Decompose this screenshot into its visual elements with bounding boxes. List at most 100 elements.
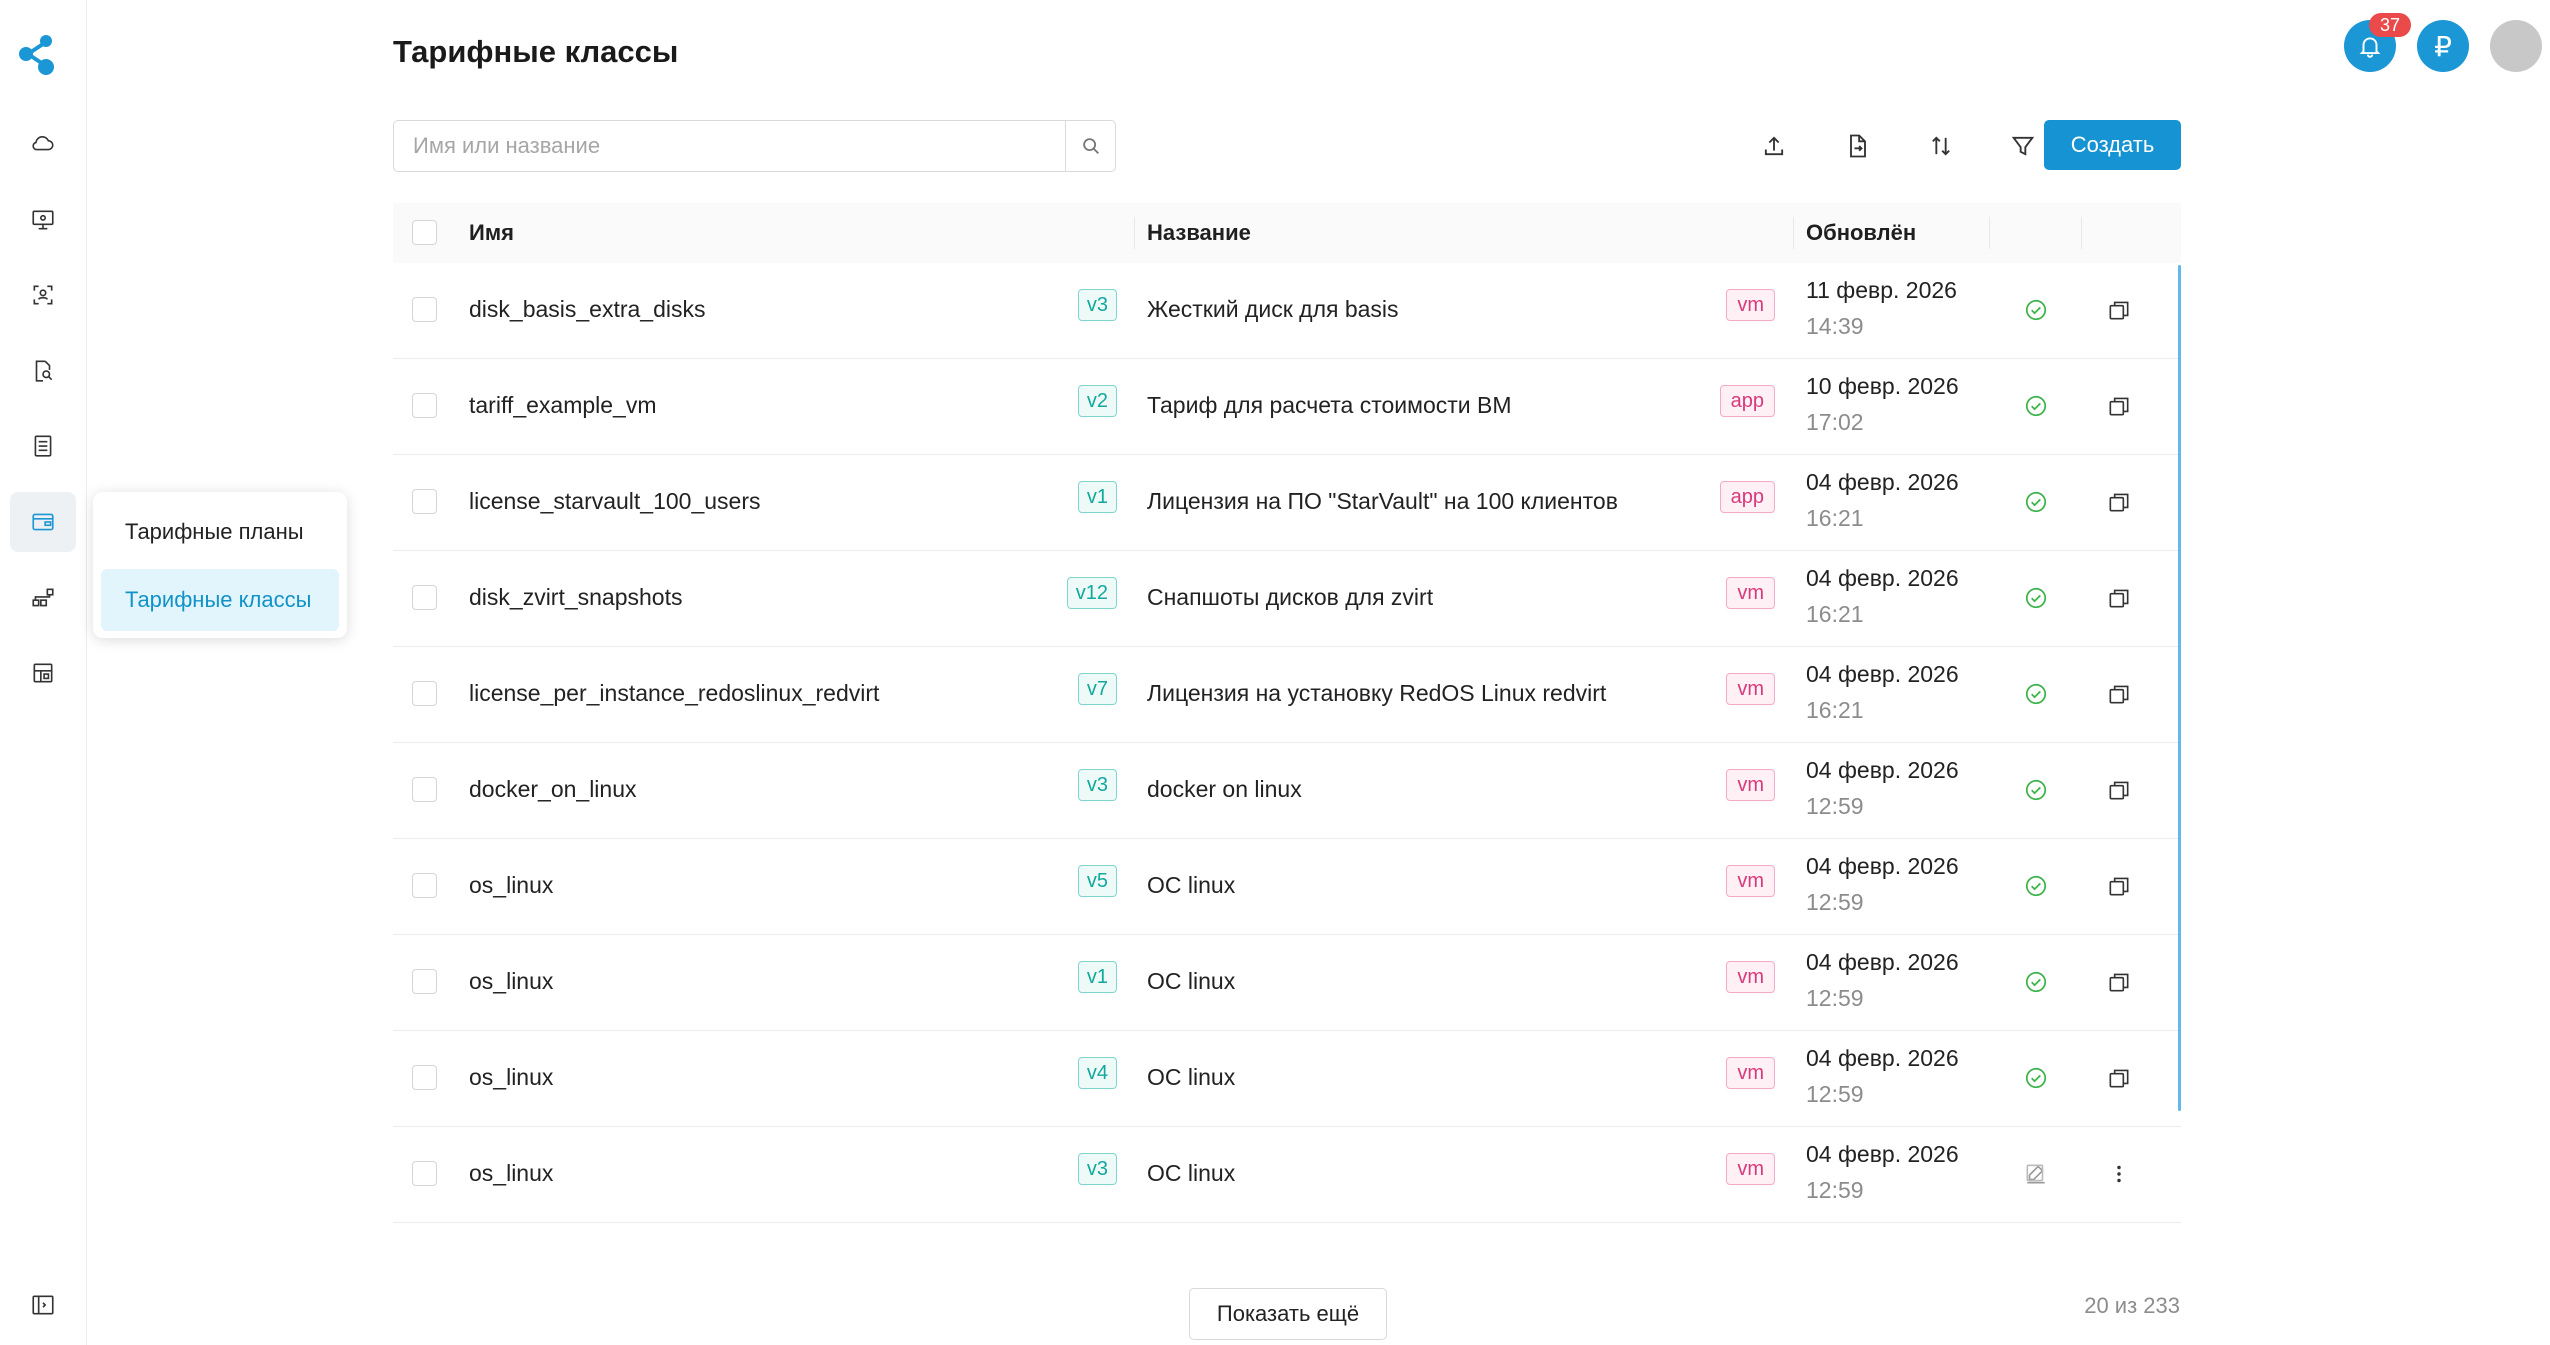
search-box bbox=[393, 120, 1116, 172]
table-row[interactable]: license_starvault_100_users v1 Лицензия на… bbox=[393, 455, 2181, 551]
row-updated-date: 04 февр. 2026 bbox=[1806, 853, 1959, 879]
more-vertical-icon[interactable] bbox=[2102, 1157, 2136, 1191]
row-checkbox[interactable] bbox=[412, 681, 437, 706]
row-updated-date: 04 февр. 2026 bbox=[1806, 565, 1959, 591]
version-tag: v1 bbox=[1077, 481, 1117, 513]
select-all-checkbox[interactable] bbox=[412, 220, 437, 245]
table-row[interactable]: tariff_example_vm v2 Тариф для расчета сто… bbox=[393, 359, 2181, 455]
nav-apps[interactable] bbox=[10, 643, 76, 703]
row-checkbox[interactable] bbox=[412, 585, 437, 610]
sort-button[interactable] bbox=[1915, 120, 1967, 172]
nav-monitor[interactable] bbox=[10, 190, 76, 250]
create-button[interactable]: Создать bbox=[2044, 120, 2181, 170]
ruble-icon: ₽ bbox=[2434, 30, 2452, 62]
row-name[interactable]: license_starvault_100_users bbox=[469, 488, 761, 515]
copy-icon[interactable] bbox=[2102, 773, 2136, 807]
row-updated-time: 12:59 bbox=[1806, 889, 1864, 915]
billing-button[interactable]: ₽ bbox=[2417, 20, 2469, 72]
nav-hierarchy[interactable] bbox=[10, 568, 76, 628]
table-row[interactable]: docker_on_linux v3 docker on linux vm 04 фев… bbox=[393, 743, 2181, 839]
row-title: Снапшоты дисков для zvirt bbox=[1147, 584, 1434, 610]
upload-button[interactable] bbox=[1748, 120, 1800, 172]
table-row[interactable]: os_linux v5 ОС linux vm 04 февр. 2026 12:59 bbox=[393, 839, 2181, 935]
flyout-item-tariff-classes[interactable]: Тарифные классы bbox=[101, 569, 339, 631]
row-title: Жесткий диск для basis bbox=[1147, 296, 1399, 322]
nav-list[interactable] bbox=[10, 416, 76, 476]
search-input[interactable] bbox=[394, 121, 1065, 171]
type-tag: vm bbox=[1726, 961, 1775, 993]
copy-icon[interactable] bbox=[2102, 293, 2136, 327]
row-checkbox[interactable] bbox=[412, 969, 437, 994]
table-row[interactable]: os_linux v3 ОС linux vm 04 февр. 2026 12:59 bbox=[393, 1127, 2181, 1223]
row-name[interactable]: tariff_example_vm bbox=[469, 392, 657, 419]
table-row[interactable]: disk_basis_extra_disks v3 Жесткий диск для… bbox=[393, 263, 2181, 359]
row-title: Тариф для расчета стоимости ВМ bbox=[1147, 392, 1512, 418]
copy-icon[interactable] bbox=[2102, 1061, 2136, 1095]
copy-icon[interactable] bbox=[2102, 869, 2136, 903]
pagination-counter: 20 из 233 bbox=[2084, 1293, 2180, 1318]
notifications-button[interactable]: 37 bbox=[2344, 13, 2412, 72]
copy-icon[interactable] bbox=[2102, 965, 2136, 999]
version-tag: v5 bbox=[1077, 865, 1117, 897]
row-checkbox[interactable] bbox=[412, 777, 437, 802]
row-name[interactable]: os_linux bbox=[469, 1160, 553, 1187]
flyout-item-tariff-plans[interactable]: Тарифные планы bbox=[101, 501, 339, 563]
row-updated-date: 04 февр. 2026 bbox=[1806, 949, 1959, 975]
table-body: disk_basis_extra_disks v3 Жесткий диск для… bbox=[393, 263, 2181, 1223]
row-name[interactable]: os_linux bbox=[469, 1064, 553, 1091]
row-checkbox[interactable] bbox=[412, 489, 437, 514]
table-row[interactable]: license_per_instance_redoslinux_redvirt v… bbox=[393, 647, 2181, 743]
check-circle-icon bbox=[2019, 677, 2053, 711]
expand-sidebar-icon bbox=[32, 1295, 54, 1315]
table-row[interactable]: os_linux v1 ОС linux vm 04 февр. 2026 12:59 bbox=[393, 935, 2181, 1031]
table-row[interactable]: disk_zvirt_snapshots v12 Снапшоты дисков д… bbox=[393, 551, 2181, 647]
check-circle-icon bbox=[2019, 1061, 2053, 1095]
tariffs-flyout-menu: Тарифные планы Тарифные классы bbox=[93, 492, 347, 638]
export-file-button[interactable] bbox=[1832, 120, 1884, 172]
avatar[interactable] bbox=[2490, 20, 2542, 72]
row-name[interactable]: disk_zvirt_snapshots bbox=[469, 584, 683, 611]
scroll-indicator[interactable] bbox=[2178, 265, 2181, 1111]
row-checkbox[interactable] bbox=[412, 873, 437, 898]
row-checkbox[interactable] bbox=[412, 1065, 437, 1090]
show-more-button[interactable]: Показать ещё bbox=[1189, 1288, 1387, 1340]
edit-icon[interactable] bbox=[2019, 1157, 2053, 1191]
nav-search-docs[interactable] bbox=[10, 341, 76, 401]
copy-icon[interactable] bbox=[2102, 581, 2136, 615]
row-updated-time: 12:59 bbox=[1806, 1177, 1864, 1203]
logo-icon[interactable] bbox=[16, 34, 68, 78]
row-checkbox[interactable] bbox=[412, 1161, 437, 1186]
table-row[interactable]: os_linux v4 ОС linux vm 04 февр. 2026 12:59 bbox=[393, 1031, 2181, 1127]
row-name[interactable]: os_linux bbox=[469, 968, 553, 995]
type-tag: vm bbox=[1726, 769, 1775, 801]
row-name[interactable]: docker_on_linux bbox=[469, 776, 637, 803]
export-file-icon bbox=[1850, 134, 1866, 158]
row-checkbox[interactable] bbox=[412, 393, 437, 418]
search-button[interactable] bbox=[1065, 121, 1115, 171]
cloud-icon bbox=[32, 135, 54, 151]
nav-scan[interactable] bbox=[10, 265, 76, 325]
sidebar bbox=[0, 0, 87, 1345]
row-title: ОС linux bbox=[1147, 872, 1236, 898]
column-header-name[interactable]: Имя bbox=[469, 220, 514, 246]
monitor-settings-icon bbox=[32, 210, 54, 230]
nav-expand[interactable] bbox=[10, 1275, 76, 1335]
copy-icon[interactable] bbox=[2102, 485, 2136, 519]
row-name[interactable]: license_per_instance_redoslinux_redvirt bbox=[469, 680, 879, 707]
column-header-title[interactable]: Название bbox=[1147, 220, 1251, 246]
column-header-updated[interactable]: Обновлён bbox=[1806, 220, 1916, 246]
nav-tariffs[interactable] bbox=[10, 492, 76, 552]
row-updated-date: 04 февр. 2026 bbox=[1806, 1141, 1959, 1167]
nav-cloud[interactable] bbox=[10, 113, 76, 173]
row-title: Лицензия на ПО "StarVault" на 100 клиент… bbox=[1147, 488, 1618, 514]
row-title: ОС linux bbox=[1147, 1064, 1236, 1090]
copy-icon[interactable] bbox=[2102, 389, 2136, 423]
row-name[interactable]: os_linux bbox=[469, 872, 553, 899]
row-name[interactable]: disk_basis_extra_disks bbox=[469, 296, 706, 323]
row-updated-time: 17:02 bbox=[1806, 409, 1864, 435]
copy-icon[interactable] bbox=[2102, 677, 2136, 711]
row-checkbox[interactable] bbox=[412, 297, 437, 322]
check-circle-icon bbox=[2019, 485, 2053, 519]
list-document-icon bbox=[34, 435, 52, 457]
filter-button[interactable] bbox=[1997, 120, 2049, 172]
